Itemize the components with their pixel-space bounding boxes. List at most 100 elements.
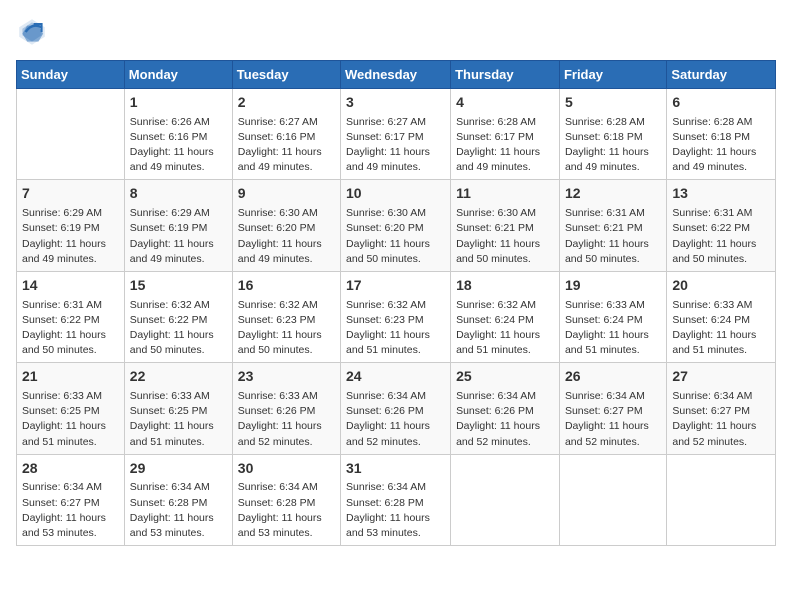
day-header-wednesday: Wednesday	[341, 61, 451, 89]
day-info: Sunrise: 6:33 AMSunset: 6:24 PMDaylight:…	[672, 298, 770, 359]
day-info: Sunrise: 6:28 AMSunset: 6:17 PMDaylight:…	[456, 115, 554, 176]
calendar-cell	[17, 89, 125, 180]
day-number: 5	[565, 93, 661, 113]
calendar-cell: 3Sunrise: 6:27 AMSunset: 6:17 PMDaylight…	[341, 89, 451, 180]
day-header-saturday: Saturday	[667, 61, 776, 89]
day-info: Sunrise: 6:33 AMSunset: 6:26 PMDaylight:…	[238, 389, 335, 450]
calendar-cell: 27Sunrise: 6:34 AMSunset: 6:27 PMDayligh…	[667, 363, 776, 454]
calendar-cell: 8Sunrise: 6:29 AMSunset: 6:19 PMDaylight…	[124, 180, 232, 271]
day-number: 30	[238, 459, 335, 479]
calendar-week-4: 21Sunrise: 6:33 AMSunset: 6:25 PMDayligh…	[17, 363, 776, 454]
calendar-cell	[451, 454, 560, 545]
calendar-cell: 1Sunrise: 6:26 AMSunset: 6:16 PMDaylight…	[124, 89, 232, 180]
day-number: 2	[238, 93, 335, 113]
day-number: 3	[346, 93, 445, 113]
day-number: 27	[672, 367, 770, 387]
calendar-cell: 2Sunrise: 6:27 AMSunset: 6:16 PMDaylight…	[232, 89, 340, 180]
day-info: Sunrise: 6:32 AMSunset: 6:24 PMDaylight:…	[456, 298, 554, 359]
day-info: Sunrise: 6:30 AMSunset: 6:21 PMDaylight:…	[456, 206, 554, 267]
day-number: 25	[456, 367, 554, 387]
day-info: Sunrise: 6:30 AMSunset: 6:20 PMDaylight:…	[238, 206, 335, 267]
day-info: Sunrise: 6:31 AMSunset: 6:22 PMDaylight:…	[22, 298, 119, 359]
calendar-cell: 20Sunrise: 6:33 AMSunset: 6:24 PMDayligh…	[667, 271, 776, 362]
calendar-cell: 18Sunrise: 6:32 AMSunset: 6:24 PMDayligh…	[451, 271, 560, 362]
calendar-week-5: 28Sunrise: 6:34 AMSunset: 6:27 PMDayligh…	[17, 454, 776, 545]
calendar-cell: 16Sunrise: 6:32 AMSunset: 6:23 PMDayligh…	[232, 271, 340, 362]
calendar-cell: 31Sunrise: 6:34 AMSunset: 6:28 PMDayligh…	[341, 454, 451, 545]
day-header-thursday: Thursday	[451, 61, 560, 89]
calendar-cell: 15Sunrise: 6:32 AMSunset: 6:22 PMDayligh…	[124, 271, 232, 362]
day-number: 6	[672, 93, 770, 113]
day-number: 14	[22, 276, 119, 296]
day-info: Sunrise: 6:34 AMSunset: 6:27 PMDaylight:…	[22, 480, 119, 541]
calendar-cell: 17Sunrise: 6:32 AMSunset: 6:23 PMDayligh…	[341, 271, 451, 362]
calendar-cell: 9Sunrise: 6:30 AMSunset: 6:20 PMDaylight…	[232, 180, 340, 271]
day-number: 16	[238, 276, 335, 296]
day-number: 13	[672, 184, 770, 204]
day-number: 20	[672, 276, 770, 296]
day-info: Sunrise: 6:29 AMSunset: 6:19 PMDaylight:…	[22, 206, 119, 267]
day-info: Sunrise: 6:32 AMSunset: 6:23 PMDaylight:…	[346, 298, 445, 359]
day-info: Sunrise: 6:27 AMSunset: 6:17 PMDaylight:…	[346, 115, 445, 176]
day-info: Sunrise: 6:26 AMSunset: 6:16 PMDaylight:…	[130, 115, 227, 176]
day-number: 24	[346, 367, 445, 387]
day-info: Sunrise: 6:32 AMSunset: 6:23 PMDaylight:…	[238, 298, 335, 359]
day-number: 28	[22, 459, 119, 479]
page-header	[16, 16, 776, 48]
day-number: 8	[130, 184, 227, 204]
calendar-cell: 24Sunrise: 6:34 AMSunset: 6:26 PMDayligh…	[341, 363, 451, 454]
calendar-cell	[559, 454, 666, 545]
day-number: 21	[22, 367, 119, 387]
day-header-monday: Monday	[124, 61, 232, 89]
day-number: 23	[238, 367, 335, 387]
day-number: 17	[346, 276, 445, 296]
calendar-cell: 30Sunrise: 6:34 AMSunset: 6:28 PMDayligh…	[232, 454, 340, 545]
day-info: Sunrise: 6:34 AMSunset: 6:28 PMDaylight:…	[346, 480, 445, 541]
logo-icon	[16, 16, 48, 48]
calendar-cell: 25Sunrise: 6:34 AMSunset: 6:26 PMDayligh…	[451, 363, 560, 454]
day-info: Sunrise: 6:28 AMSunset: 6:18 PMDaylight:…	[565, 115, 661, 176]
day-info: Sunrise: 6:32 AMSunset: 6:22 PMDaylight:…	[130, 298, 227, 359]
day-info: Sunrise: 6:28 AMSunset: 6:18 PMDaylight:…	[672, 115, 770, 176]
calendar-cell	[667, 454, 776, 545]
calendar-cell: 22Sunrise: 6:33 AMSunset: 6:25 PMDayligh…	[124, 363, 232, 454]
day-number: 29	[130, 459, 227, 479]
day-number: 26	[565, 367, 661, 387]
day-info: Sunrise: 6:34 AMSunset: 6:27 PMDaylight:…	[565, 389, 661, 450]
day-number: 9	[238, 184, 335, 204]
calendar-cell: 21Sunrise: 6:33 AMSunset: 6:25 PMDayligh…	[17, 363, 125, 454]
calendar-cell: 23Sunrise: 6:33 AMSunset: 6:26 PMDayligh…	[232, 363, 340, 454]
day-info: Sunrise: 6:33 AMSunset: 6:24 PMDaylight:…	[565, 298, 661, 359]
day-info: Sunrise: 6:29 AMSunset: 6:19 PMDaylight:…	[130, 206, 227, 267]
day-number: 22	[130, 367, 227, 387]
day-header-friday: Friday	[559, 61, 666, 89]
day-number: 15	[130, 276, 227, 296]
day-number: 12	[565, 184, 661, 204]
day-info: Sunrise: 6:34 AMSunset: 6:28 PMDaylight:…	[238, 480, 335, 541]
calendar-cell: 12Sunrise: 6:31 AMSunset: 6:21 PMDayligh…	[559, 180, 666, 271]
calendar-cell: 5Sunrise: 6:28 AMSunset: 6:18 PMDaylight…	[559, 89, 666, 180]
day-info: Sunrise: 6:34 AMSunset: 6:26 PMDaylight:…	[456, 389, 554, 450]
day-info: Sunrise: 6:34 AMSunset: 6:28 PMDaylight:…	[130, 480, 227, 541]
calendar-cell: 6Sunrise: 6:28 AMSunset: 6:18 PMDaylight…	[667, 89, 776, 180]
calendar-week-2: 7Sunrise: 6:29 AMSunset: 6:19 PMDaylight…	[17, 180, 776, 271]
calendar-week-3: 14Sunrise: 6:31 AMSunset: 6:22 PMDayligh…	[17, 271, 776, 362]
calendar-cell: 7Sunrise: 6:29 AMSunset: 6:19 PMDaylight…	[17, 180, 125, 271]
calendar-week-1: 1Sunrise: 6:26 AMSunset: 6:16 PMDaylight…	[17, 89, 776, 180]
day-info: Sunrise: 6:34 AMSunset: 6:27 PMDaylight:…	[672, 389, 770, 450]
calendar-cell: 26Sunrise: 6:34 AMSunset: 6:27 PMDayligh…	[559, 363, 666, 454]
day-info: Sunrise: 6:33 AMSunset: 6:25 PMDaylight:…	[22, 389, 119, 450]
day-number: 31	[346, 459, 445, 479]
day-number: 1	[130, 93, 227, 113]
day-info: Sunrise: 6:34 AMSunset: 6:26 PMDaylight:…	[346, 389, 445, 450]
day-info: Sunrise: 6:31 AMSunset: 6:21 PMDaylight:…	[565, 206, 661, 267]
calendar-cell: 29Sunrise: 6:34 AMSunset: 6:28 PMDayligh…	[124, 454, 232, 545]
calendar-cell: 13Sunrise: 6:31 AMSunset: 6:22 PMDayligh…	[667, 180, 776, 271]
day-header-sunday: Sunday	[17, 61, 125, 89]
calendar-cell: 19Sunrise: 6:33 AMSunset: 6:24 PMDayligh…	[559, 271, 666, 362]
calendar-cell: 10Sunrise: 6:30 AMSunset: 6:20 PMDayligh…	[341, 180, 451, 271]
calendar-cell: 4Sunrise: 6:28 AMSunset: 6:17 PMDaylight…	[451, 89, 560, 180]
calendar-cell: 14Sunrise: 6:31 AMSunset: 6:22 PMDayligh…	[17, 271, 125, 362]
day-info: Sunrise: 6:33 AMSunset: 6:25 PMDaylight:…	[130, 389, 227, 450]
calendar-table: SundayMondayTuesdayWednesdayThursdayFrid…	[16, 60, 776, 546]
